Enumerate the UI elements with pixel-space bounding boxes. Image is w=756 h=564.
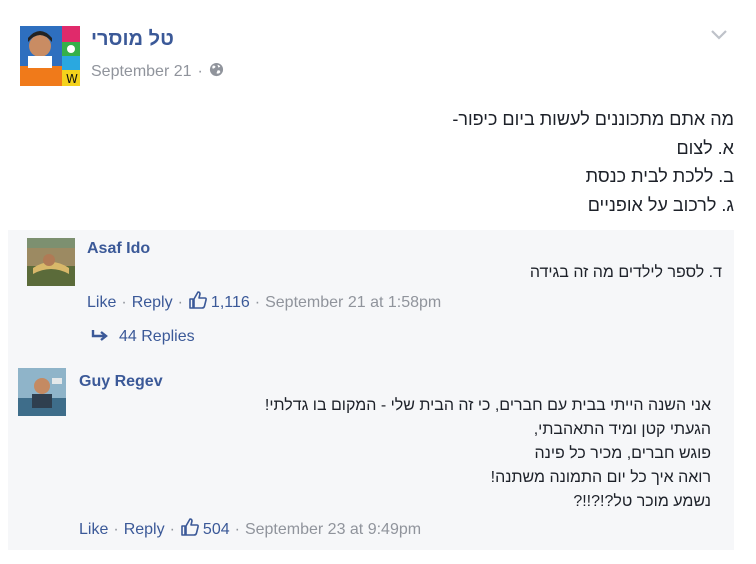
reply-button[interactable]: Reply bbox=[132, 294, 173, 312]
likes-count[interactable]: 1,116 bbox=[211, 294, 250, 312]
comment-line: הגעתי קטן ומיד התאהבתי, bbox=[533, 421, 711, 438]
comment-line: רואה איך כל יום התמונה משתנה! bbox=[490, 469, 711, 486]
globe-icon bbox=[209, 62, 224, 82]
view-replies-link[interactable]: 44 Replies bbox=[91, 327, 195, 346]
separator: · bbox=[177, 293, 183, 311]
meta-separator: · bbox=[197, 63, 203, 80]
reply-button[interactable]: Reply bbox=[124, 521, 165, 539]
separator: · bbox=[234, 520, 240, 538]
reply-arrow-icon bbox=[91, 327, 109, 346]
post-meta: September 21 · bbox=[91, 62, 224, 82]
comment-line: אני השנה הייתי בבית עם חברים, כי זה הבית… bbox=[264, 397, 711, 414]
post-line: ג. לרכוב על אופניים bbox=[587, 194, 734, 215]
post-line: מה אתם מתכוננים לעשות ביום כיפור- bbox=[452, 109, 734, 129]
like-button[interactable]: Like bbox=[79, 521, 108, 539]
thumbs-up-icon bbox=[180, 517, 200, 542]
comment-timestamp[interactable]: September 21 at 1:58pm bbox=[265, 294, 441, 312]
commenter-avatar[interactable] bbox=[18, 368, 66, 416]
post-date[interactable]: September 21 bbox=[91, 63, 192, 81]
comment-body: אני השנה הייתי בבית עם חברים, כי זה הבית… bbox=[91, 394, 711, 514]
post-body: מה אתם מתכוננים לעשות ביום כיפור- א. לצו… bbox=[234, 105, 734, 219]
likes-count[interactable]: 504 bbox=[203, 521, 230, 539]
comment-line: ד. לספר לילדים מה זה בגידה bbox=[529, 264, 722, 281]
svg-text:W: W bbox=[66, 72, 78, 86]
comment-author[interactable]: Guy Regev bbox=[79, 373, 163, 391]
comment-actions: Like · Reply · 504 · September 23 at 9:4… bbox=[79, 517, 421, 542]
comment-actions: Like · Reply · 1,116 · September 21 at 1… bbox=[87, 290, 441, 315]
separator: · bbox=[254, 293, 261, 311]
post-line: ב. ללכת לבית כנסת bbox=[585, 166, 734, 186]
replies-count[interactable]: 44 Replies bbox=[119, 328, 195, 346]
post-header: W טל מוסרי September 21 · bbox=[0, 0, 756, 100]
separator: · bbox=[113, 520, 119, 538]
comment-body: ד. לספר לילדים מה זה בגידה bbox=[122, 261, 722, 285]
separator: · bbox=[169, 520, 175, 538]
comment-timestamp[interactable]: September 23 at 9:49pm bbox=[245, 521, 421, 539]
author-avatar[interactable]: W bbox=[20, 26, 80, 86]
thumbs-up-icon bbox=[188, 290, 208, 315]
comment-line: נשמע מוכר טל?!?!!? bbox=[573, 493, 711, 510]
post-line: א. לצום bbox=[676, 137, 734, 158]
separator: · bbox=[121, 293, 127, 311]
commenter-avatar[interactable] bbox=[27, 238, 75, 286]
comment-line: פוגש חברים, מכיר כל פינה bbox=[534, 445, 711, 462]
like-button[interactable]: Like bbox=[87, 294, 116, 312]
comment-author[interactable]: Asaf Ido bbox=[87, 240, 150, 258]
post-author-name[interactable]: טל מוסרי bbox=[91, 28, 174, 51]
chevron-down-icon[interactable] bbox=[710, 28, 728, 42]
